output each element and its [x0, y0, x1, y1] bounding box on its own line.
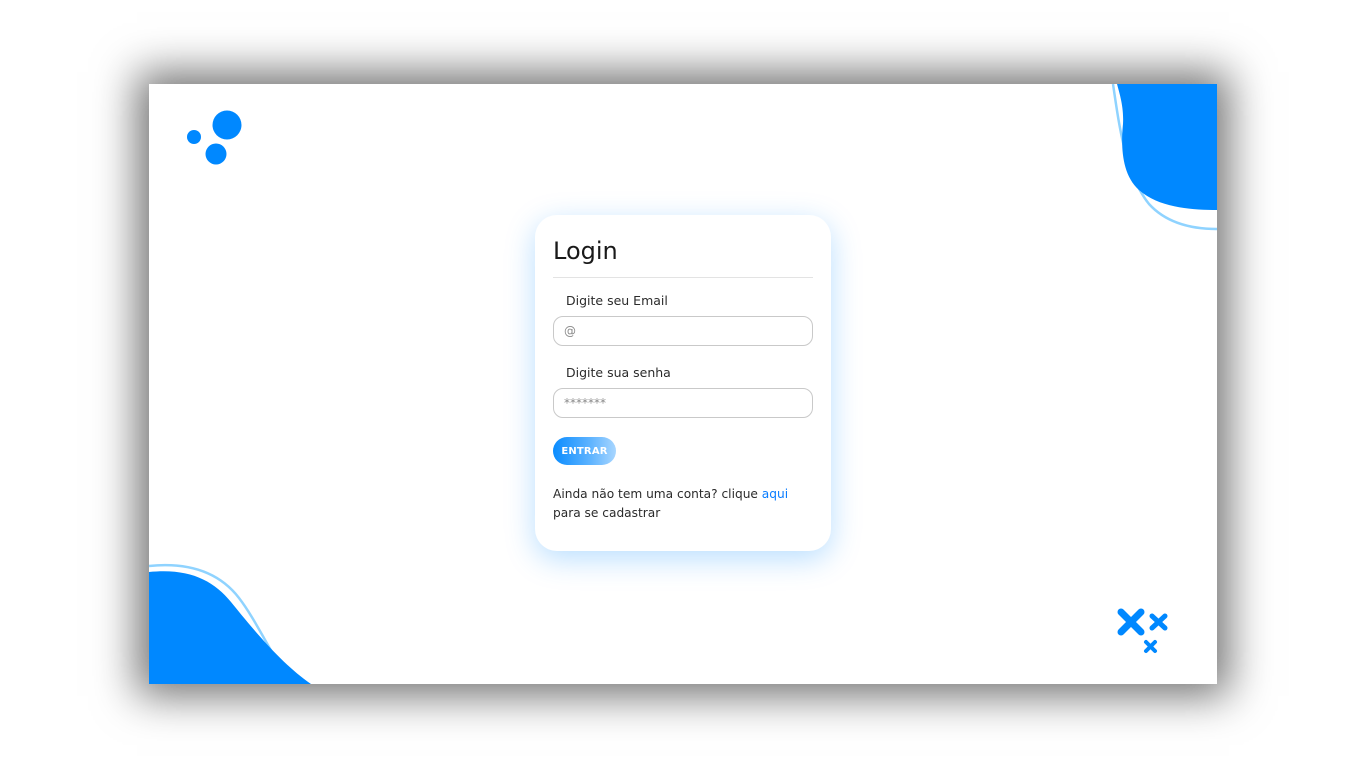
signup-prompt: Ainda não tem uma conta? clique aqui par… [553, 485, 815, 523]
email-label: Digite seu Email [566, 293, 668, 308]
password-label: Digite sua senha [566, 365, 671, 380]
signup-link[interactable]: aqui [762, 487, 788, 501]
screen: Login Digite seu Email Digite sua senha … [0, 0, 1366, 768]
bottom-left-blob [149, 562, 319, 684]
crosses-icon [1115, 606, 1175, 658]
top-right-blob [1109, 84, 1217, 234]
login-button[interactable]: ENTRAR [553, 437, 616, 465]
signup-suffix: para se cadastrar [553, 506, 661, 520]
dots-icon [185, 108, 245, 168]
login-page: Login Digite seu Email Digite sua senha … [149, 84, 1217, 684]
login-title: Login [553, 237, 618, 265]
password-input[interactable] [553, 388, 813, 418]
email-input[interactable] [553, 316, 813, 346]
signup-prefix: Ainda não tem uma conta? clique [553, 487, 758, 501]
login-card: Login Digite seu Email Digite sua senha … [535, 215, 831, 551]
title-divider [553, 277, 813, 278]
